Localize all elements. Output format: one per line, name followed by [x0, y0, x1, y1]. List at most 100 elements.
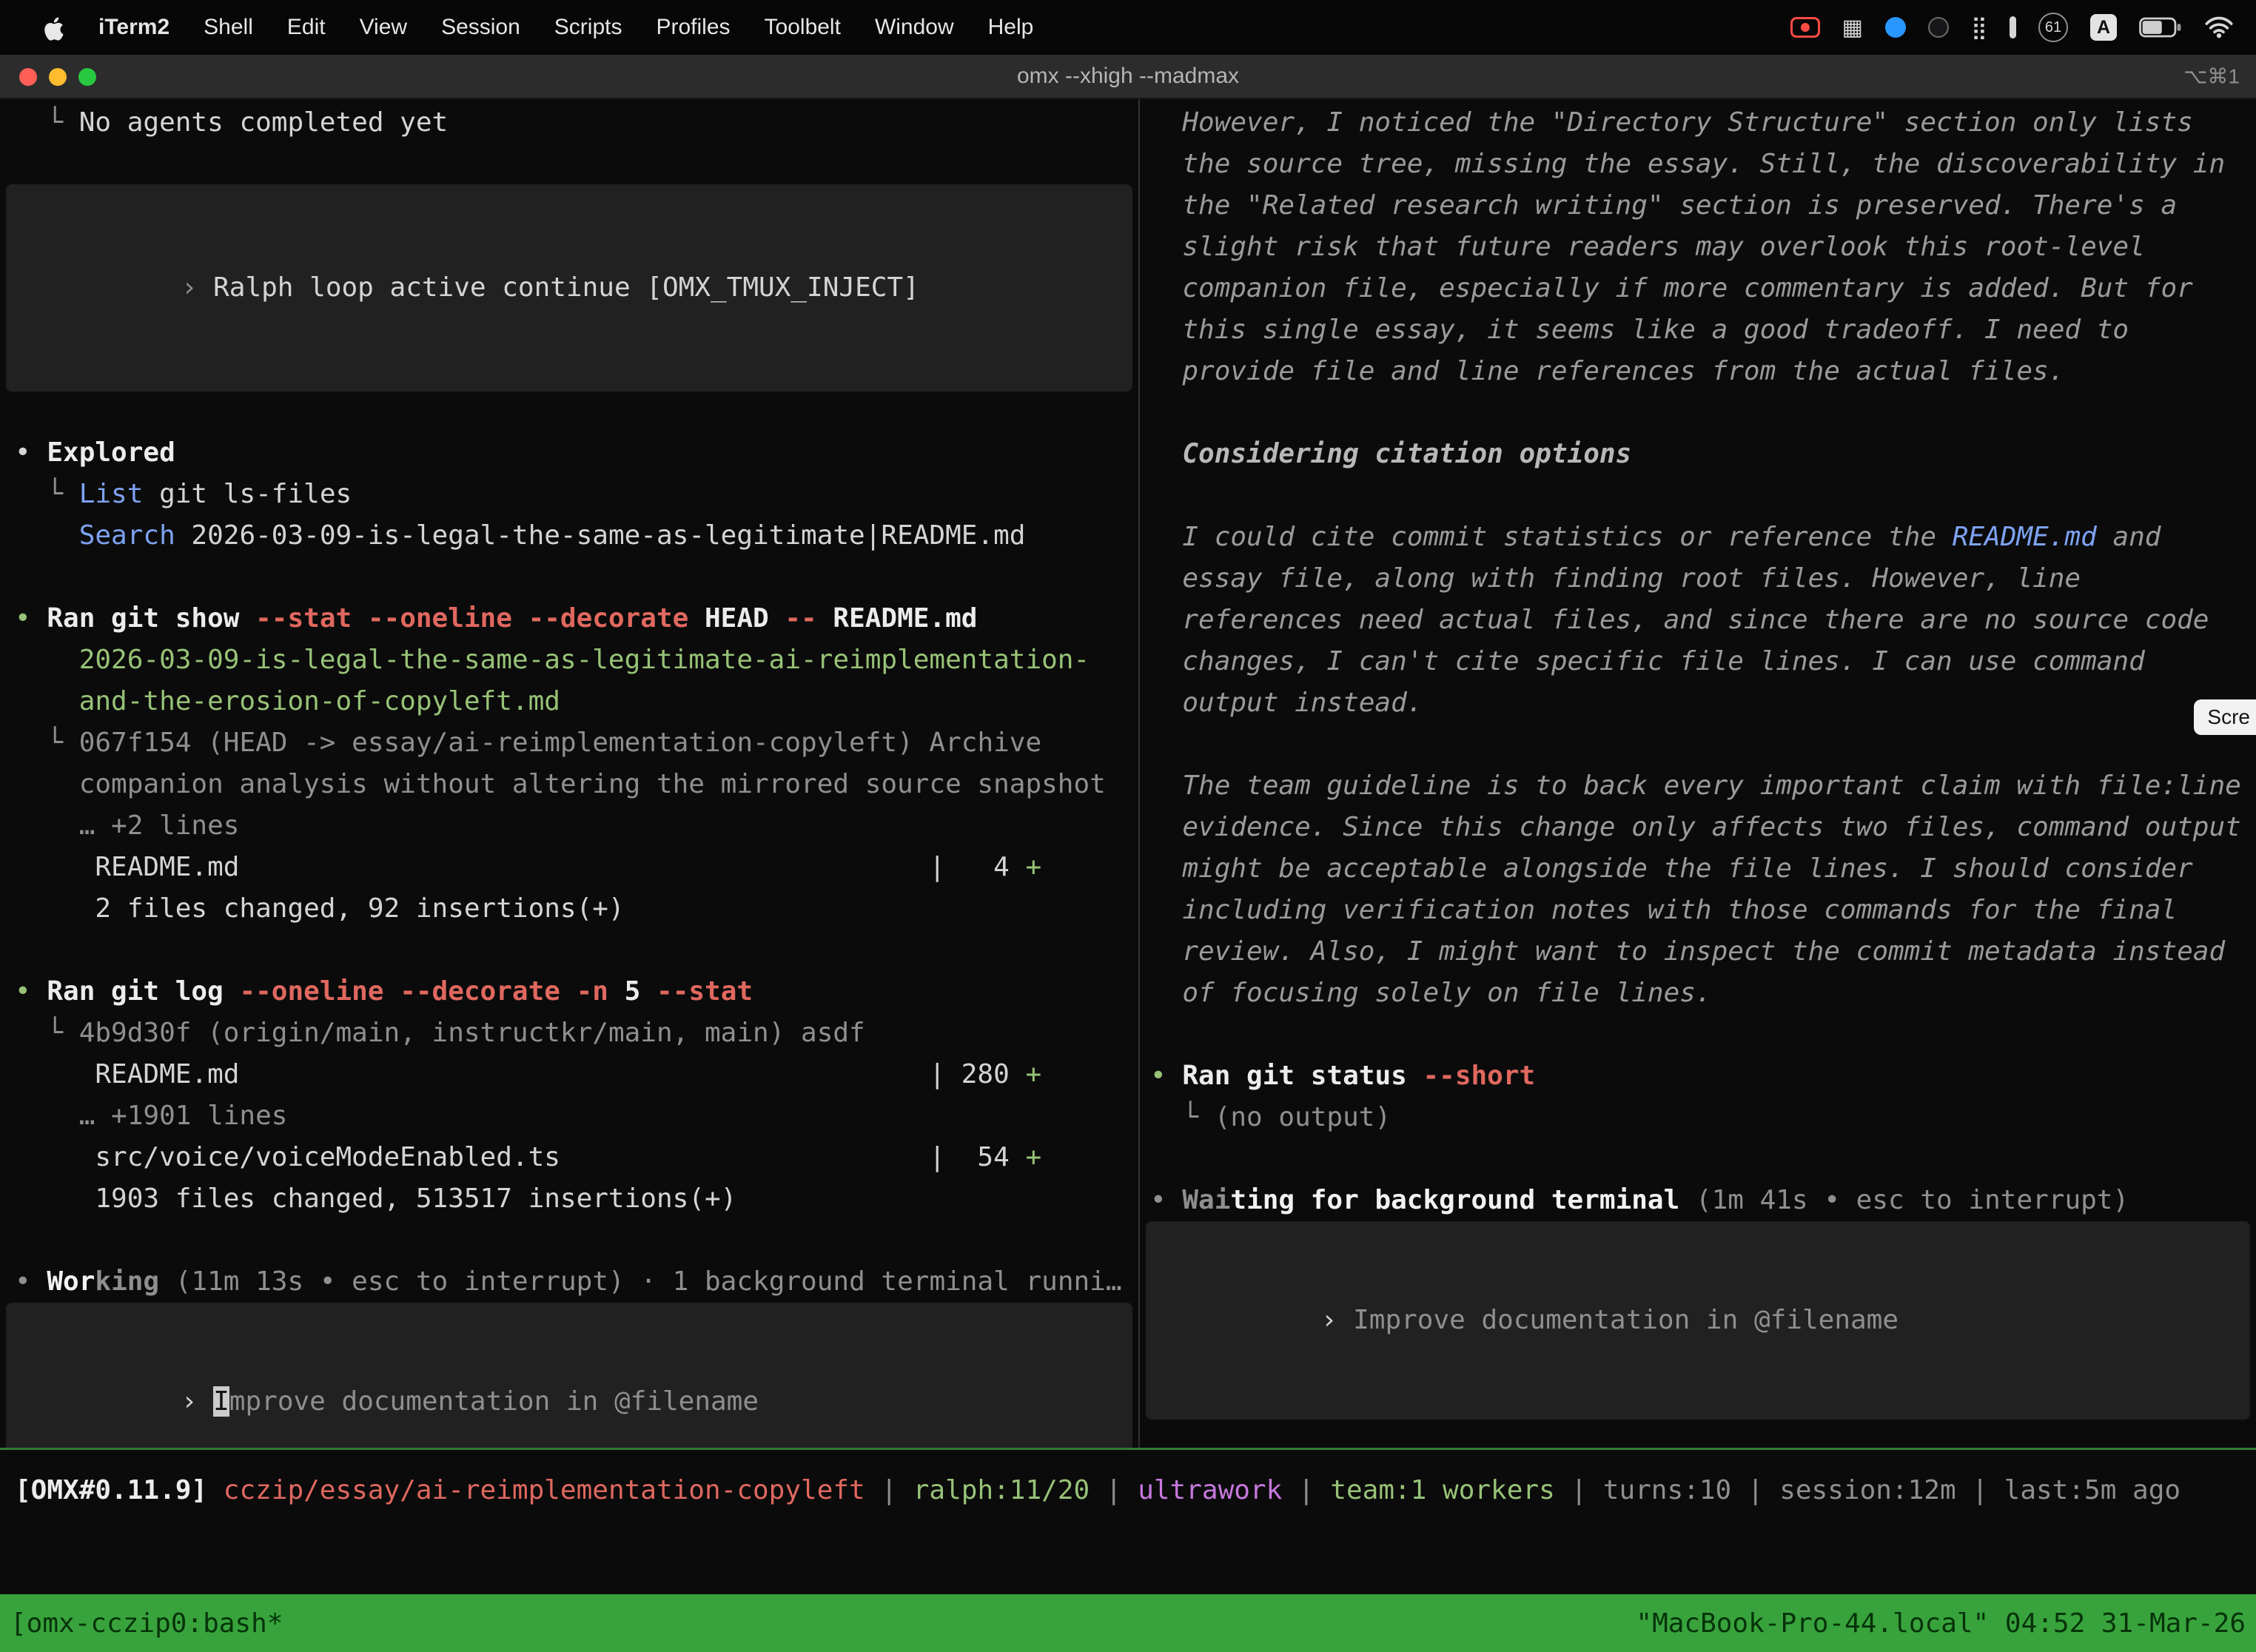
dots-grid-icon[interactable]: ⣿: [1971, 15, 1987, 41]
menu-toolbelt[interactable]: Toolbelt: [748, 15, 858, 40]
screenshot-edge-button[interactable]: Scre: [2194, 699, 2256, 735]
text-cursor: I: [213, 1386, 229, 1417]
terminal-line: companion analysis without altering the …: [15, 764, 1138, 805]
terminal-line: evidence. Since this change only affects…: [1150, 807, 2256, 848]
wifi-icon[interactable]: [2204, 16, 2234, 39]
pill-icon[interactable]: [2010, 16, 2016, 38]
terminal-line: • Ran git status --short: [1150, 1055, 2256, 1097]
status-divider: [0, 1448, 2256, 1450]
menu-view[interactable]: View: [343, 15, 424, 40]
terminal-line: src/voice/voiceModeEnabled.ts | 54 +: [15, 1137, 1138, 1178]
terminal-line: … +1901 lines: [15, 1095, 1138, 1137]
right-status-line: gpt-5.4 xhigh · 96% left · 520K in · 5.8…: [1150, 1426, 2256, 1430]
ralph-loop-banner: › Ralph loop active continue [OMX_TMUX_I…: [6, 184, 1132, 392]
banner-text: Ralph loop active continue [OMX_TMUX_INJ…: [213, 272, 919, 303]
battery-percent-gauge[interactable]: 61: [2038, 13, 2068, 42]
terminal-line: • Working (11m 13s • esc to interrupt) ·…: [15, 1261, 1138, 1303]
terminal-line: review. Also, I might want to inspect th…: [1150, 931, 2256, 973]
terminal-line: the source tree, missing the essay. Stil…: [1150, 144, 2256, 185]
terminal-line: 2026-03-09-is-legal-the-same-as-legitima…: [15, 639, 1138, 681]
terminal-line: companion file, especially if more comme…: [1150, 268, 2256, 309]
terminal-line: I could cite commit statistics or refere…: [1150, 517, 2256, 558]
terminal-line: └ 067f154 (HEAD -> essay/ai-reimplementa…: [15, 722, 1138, 764]
screen-recording-icon[interactable]: [1790, 17, 1820, 38]
close-button[interactable]: [19, 68, 37, 86]
omx-status-bar: [OMX#0.11.9] cczip/essay/ai-reimplementa…: [0, 1470, 2256, 1511]
terminal-line: • Explored: [15, 432, 1138, 474]
menu-bar-status-icons: ▦ ⣿ 61 A: [1790, 13, 2256, 42]
terminal-line: [1150, 1138, 2256, 1180]
prompt-placeholder: mprove documentation in @filename: [229, 1386, 759, 1417]
terminal-line: [1150, 475, 2256, 517]
terminal-line: changes, I can't cite specific file line…: [1150, 641, 2256, 682]
blue-app-icon[interactable]: [1885, 17, 1906, 38]
terminal-line: of focusing solely on file lines.: [1150, 973, 2256, 1014]
agents-note: └ No agents completed yet: [15, 102, 1138, 144]
right-prompt-input[interactable]: › Improve documentation in @filename: [1146, 1221, 2250, 1420]
window-title: omx --xhigh --madmax: [1017, 64, 1239, 89]
terminal: └ No agents completed yet › Ralph loop a…: [0, 99, 2256, 1652]
right-pane[interactable]: However, I noticed the "Directory Struct…: [1140, 99, 2256, 1448]
menu-shell[interactable]: Shell: [187, 15, 270, 40]
terminal-line: 1903 files changed, 513517 insertions(+): [15, 1178, 1138, 1220]
terminal-line: [OMX#0.11.9] cczip/essay/ai-reimplementa…: [15, 1470, 2256, 1511]
terminal-line: … +2 lines: [15, 805, 1138, 847]
terminal-line: • Waiting for background terminal (1m 41…: [1150, 1180, 2256, 1221]
window-grid-icon[interactable]: ▦: [1842, 15, 1863, 41]
menu-edit[interactable]: Edit: [270, 15, 343, 40]
left-prompt-input[interactable]: › Improve documentation in @filename: [6, 1303, 1132, 1448]
prompt-chevron: ›: [1321, 1305, 1353, 1335]
prompt-placeholder: Improve documentation in @filename: [1353, 1305, 1899, 1335]
tmux-host-time: "MacBook-Pro-44.local" 04:52 31-Mar-26: [1636, 1608, 2246, 1639]
menu-session[interactable]: Session: [424, 15, 537, 40]
tmux-session-label: [omx-cczip0:bash*: [10, 1608, 283, 1639]
terminal-line: [1150, 1014, 2256, 1055]
terminal-line: [15, 1220, 1138, 1261]
input-source-icon[interactable]: A: [2090, 14, 2117, 41]
apple-menu-icon[interactable]: [25, 14, 81, 41]
app-menu[interactable]: iTerm2: [81, 15, 187, 40]
terminal-line: README.md | 280 +: [15, 1054, 1138, 1095]
terminal-line: • Ran git log --oneline --decorate -n 5 …: [15, 971, 1138, 1013]
terminal-line: └ List git ls-files: [15, 474, 1138, 515]
terminal-line: [15, 930, 1138, 971]
terminal-line: slight risk that future readers may over…: [1150, 226, 2256, 268]
record-dot-icon: [1801, 23, 1810, 32]
terminal-line: Search 2026-03-09-is-legal-the-same-as-l…: [15, 515, 1138, 557]
banner-prompt: ›: [181, 272, 213, 303]
terminal-line: └ (no output): [1150, 1097, 2256, 1138]
terminal-line: [1150, 392, 2256, 434]
terminal-line: Considering citation options: [1150, 434, 2256, 475]
terminal-line: essay file, along with finding root file…: [1150, 558, 2256, 600]
dark-app-icon[interactable]: [1928, 17, 1949, 38]
menu-window[interactable]: Window: [858, 15, 971, 40]
apple-logo-icon: [42, 14, 64, 41]
pane-split: └ No agents completed yet › Ralph loop a…: [0, 99, 2256, 1448]
zoom-button[interactable]: [78, 68, 96, 86]
left-pane[interactable]: └ No agents completed yet › Ralph loop a…: [0, 99, 1138, 1448]
terminal-line: └ No agents completed yet: [15, 102, 1138, 144]
terminal-line: output instead.: [1150, 682, 2256, 724]
terminal-line: provide file and line references from th…: [1150, 351, 2256, 392]
window-shortcut-badge: ⌥⌘1: [2183, 64, 2240, 89]
screen: iTerm2 Shell Edit View Session Scripts P…: [0, 0, 2256, 1652]
terminal-line: The team guideline is to back every impo…: [1150, 765, 2256, 807]
terminal-line: and-the-erosion-of-copyleft.md: [15, 681, 1138, 722]
terminal-line: 2 files changed, 92 insertions(+): [15, 888, 1138, 930]
terminal-line: README.md | 4 +: [15, 847, 1138, 888]
minimize-button[interactable]: [49, 68, 67, 86]
menu-help[interactable]: Help: [971, 15, 1051, 40]
menu-profiles[interactable]: Profiles: [639, 15, 747, 40]
window-title-bar[interactable]: omx --xhigh --madmax ⌥⌘1: [0, 55, 2256, 99]
menu-scripts[interactable]: Scripts: [537, 15, 639, 40]
left-output: • Explored └ List git ls-files Search 20…: [15, 432, 1138, 1303]
terminal-line: [1150, 724, 2256, 765]
terminal-line: the "Related research writing" section i…: [1150, 185, 2256, 226]
menu-bar: iTerm2 Shell Edit View Session Scripts P…: [0, 0, 2256, 55]
battery-percent-value: 61: [2045, 19, 2061, 36]
terminal-line: • Ran git show --stat --oneline --decora…: [15, 598, 1138, 639]
prompt-chevron: ›: [181, 1386, 213, 1417]
battery-icon[interactable]: [2139, 17, 2182, 38]
right-output: However, I noticed the "Directory Struct…: [1150, 102, 2256, 1221]
input-source-label: A: [2097, 17, 2110, 38]
